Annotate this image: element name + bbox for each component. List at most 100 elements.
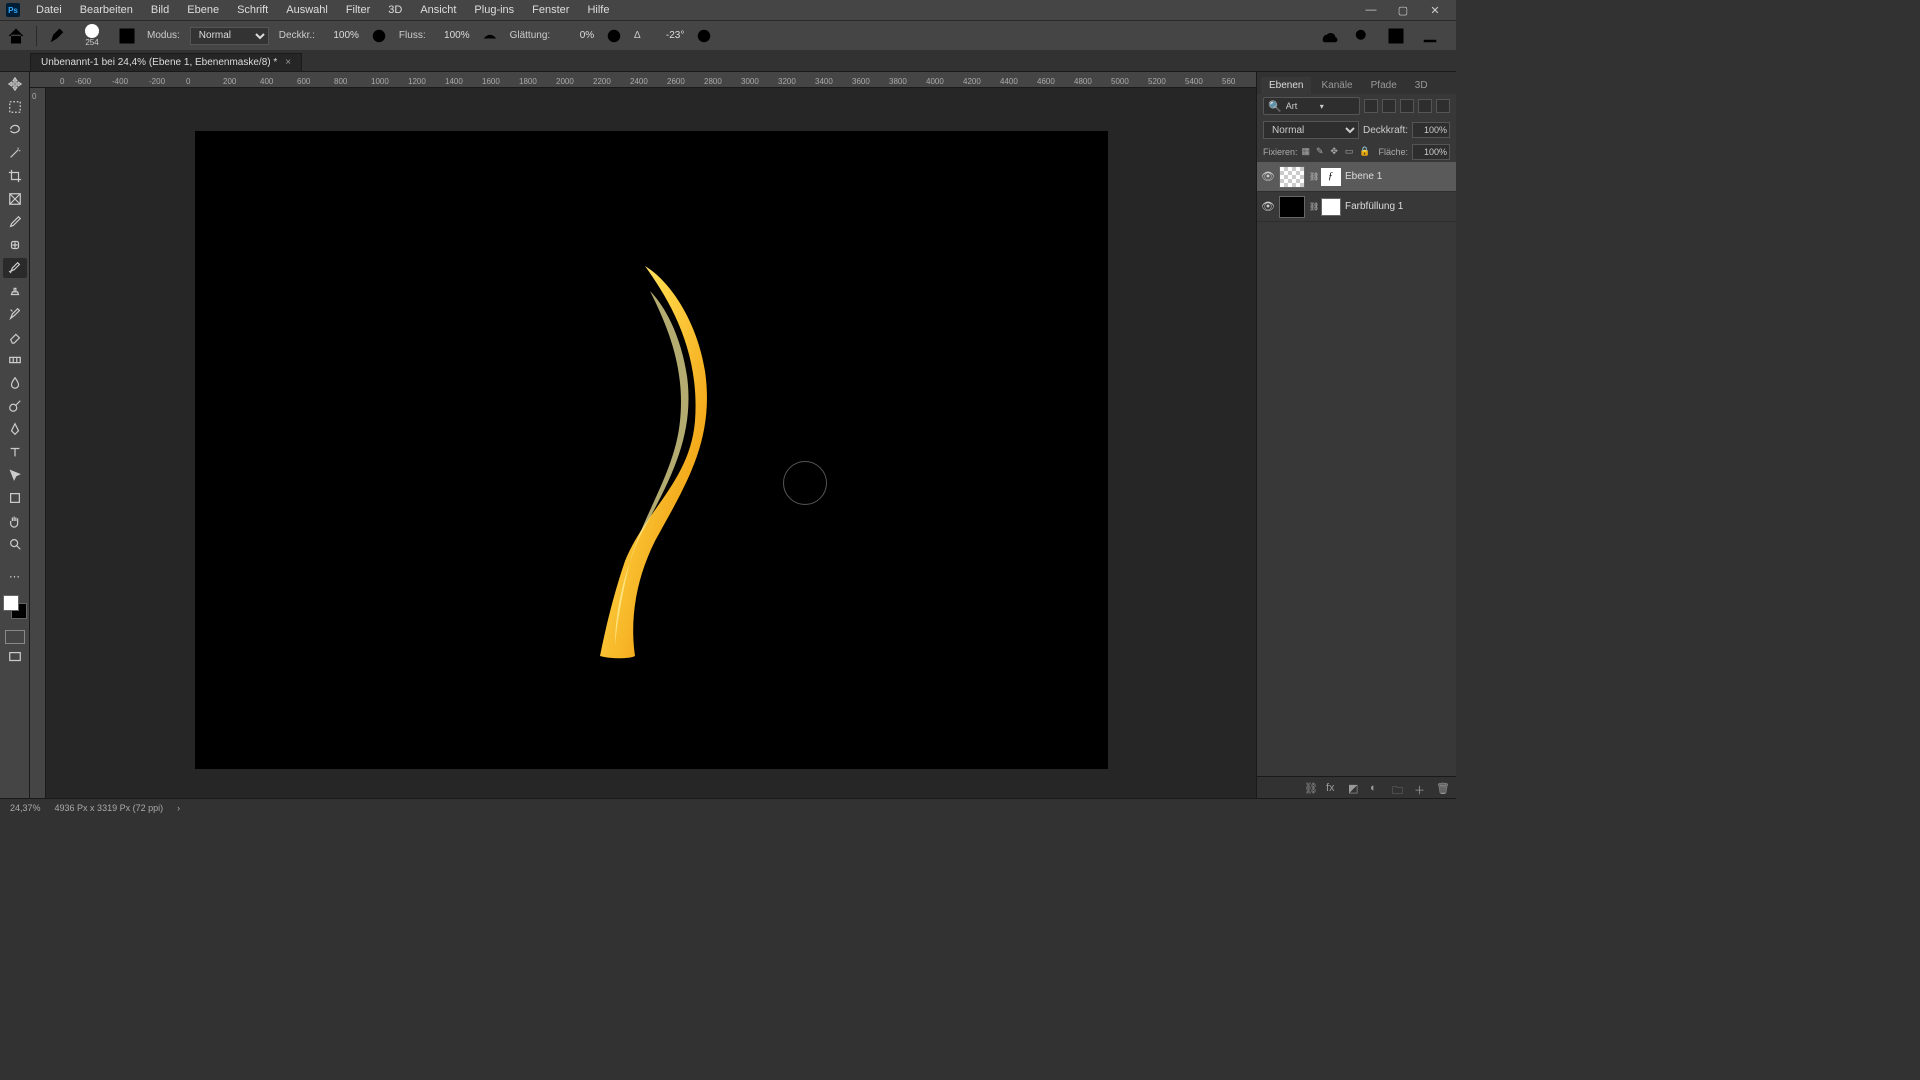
fill-input[interactable] xyxy=(1412,144,1450,160)
tab-layers[interactable]: Ebenen xyxy=(1261,77,1311,94)
gradient-tool[interactable] xyxy=(3,350,27,370)
window-maximize-button[interactable]: ▢ xyxy=(1388,4,1418,17)
blend-mode-select[interactable]: Normal xyxy=(190,27,269,45)
zoom-tool[interactable] xyxy=(3,534,27,554)
filter-pixel-icon[interactable] xyxy=(1364,99,1378,113)
layer-filter-input[interactable] xyxy=(1286,101,1316,111)
new-group-icon[interactable]: 🗀 xyxy=(1392,782,1404,794)
lock-all-icon[interactable]: 🔒 xyxy=(1359,146,1370,158)
layer-thumbnail[interactable] xyxy=(1279,166,1305,188)
hand-tool[interactable] xyxy=(3,511,27,531)
menu-layer[interactable]: Ebene xyxy=(179,2,227,18)
status-more-icon[interactable]: › xyxy=(177,803,180,813)
filter-adjust-icon[interactable] xyxy=(1382,99,1396,113)
tab-3d[interactable]: 3D xyxy=(1407,77,1436,94)
brush-panel-toggle-icon[interactable] xyxy=(117,26,137,46)
shape-tool[interactable] xyxy=(3,488,27,508)
filter-shape-icon[interactable] xyxy=(1418,99,1432,113)
color-swatches[interactable] xyxy=(3,595,27,619)
pressure-opacity-icon[interactable] xyxy=(369,26,389,46)
tab-paths[interactable]: Pfade xyxy=(1363,77,1405,94)
lock-position-icon[interactable]: ✥ xyxy=(1330,146,1340,158)
layer-blend-mode-select[interactable]: Normal xyxy=(1263,121,1359,139)
magic-wand-tool[interactable] xyxy=(3,143,27,163)
opacity-input[interactable] xyxy=(325,30,359,41)
workspace-icon[interactable] xyxy=(1386,26,1406,46)
layer-style-icon[interactable]: fx xyxy=(1326,782,1338,794)
smoothing-options-icon[interactable] xyxy=(604,26,624,46)
flow-input[interactable] xyxy=(436,30,470,41)
lock-pixels-icon[interactable]: ✎ xyxy=(1316,146,1326,158)
dodge-tool[interactable] xyxy=(3,396,27,416)
menu-type[interactable]: Schrift xyxy=(229,2,276,18)
symmetry-icon[interactable] xyxy=(724,26,744,46)
document-canvas[interactable] xyxy=(195,131,1108,769)
document-info[interactable]: 4936 Px x 3319 Px (72 ppi) xyxy=(55,803,164,813)
crop-tool[interactable] xyxy=(3,166,27,186)
mask-link-icon[interactable]: ⛓ xyxy=(1309,202,1317,211)
menu-image[interactable]: Bild xyxy=(143,2,177,18)
link-layers-icon[interactable]: ⛓ xyxy=(1304,782,1316,794)
lasso-tool[interactable] xyxy=(3,120,27,140)
menu-help[interactable]: Hilfe xyxy=(579,2,617,18)
history-brush-tool[interactable] xyxy=(3,304,27,324)
layer-row[interactable]: 👁 ⛓ ƒ Ebene 1 xyxy=(1257,162,1456,192)
type-tool[interactable] xyxy=(3,442,27,462)
horizontal-ruler[interactable]: 0 -600 -400 -200 0 200 400 600 800 1000 … xyxy=(30,72,1256,88)
move-tool[interactable] xyxy=(3,74,27,94)
tab-channels[interactable]: Kanäle xyxy=(1313,77,1360,94)
cloud-docs-icon[interactable] xyxy=(1318,26,1338,46)
menu-view[interactable]: Ansicht xyxy=(412,2,464,18)
angle-input[interactable] xyxy=(650,30,684,41)
menu-edit[interactable]: Bearbeiten xyxy=(72,2,141,18)
pressure-size-icon[interactable] xyxy=(694,26,714,46)
window-close-button[interactable]: ✕ xyxy=(1420,4,1450,17)
lock-transparency-icon[interactable]: ▦ xyxy=(1302,146,1312,158)
layer-filter-search[interactable]: 🔍 ▾ xyxy=(1263,97,1360,115)
layer-opacity-input[interactable] xyxy=(1412,122,1450,138)
menu-file[interactable]: Datei xyxy=(28,2,70,18)
eraser-tool[interactable] xyxy=(3,327,27,347)
visibility-toggle-icon[interactable]: 👁 xyxy=(1261,200,1275,214)
pen-tool[interactable] xyxy=(3,419,27,439)
close-tab-icon[interactable]: × xyxy=(285,57,291,68)
document-tab[interactable]: Unbenannt-1 bei 24,4% (Ebene 1, Ebenenma… xyxy=(30,53,302,71)
window-minimize-button[interactable]: — xyxy=(1356,4,1386,16)
layer-mask-thumbnail[interactable]: ƒ xyxy=(1321,168,1341,186)
menu-window[interactable]: Fenster xyxy=(524,2,577,18)
vertical-ruler[interactable]: 0 xyxy=(30,88,46,798)
airbrush-icon[interactable] xyxy=(480,26,500,46)
frame-tool[interactable] xyxy=(3,189,27,209)
layer-name[interactable]: Ebene 1 xyxy=(1345,171,1382,182)
menu-filter[interactable]: Filter xyxy=(338,2,378,18)
current-tool-icon[interactable] xyxy=(47,26,67,46)
new-layer-icon[interactable]: ＋ xyxy=(1414,782,1426,794)
share-icon[interactable] xyxy=(1420,26,1440,46)
brush-tool[interactable] xyxy=(3,258,27,278)
brush-preset-picker[interactable]: 254 xyxy=(77,23,107,49)
edit-toolbar-icon[interactable]: ⋯ xyxy=(3,566,27,586)
menu-select[interactable]: Auswahl xyxy=(278,2,336,18)
lock-artboard-icon[interactable]: ▭ xyxy=(1345,146,1355,158)
mask-link-icon[interactable]: ⛓ xyxy=(1309,172,1317,181)
search-icon[interactable] xyxy=(1352,26,1372,46)
visibility-toggle-icon[interactable]: 👁 xyxy=(1261,170,1275,184)
clone-stamp-tool[interactable] xyxy=(3,281,27,301)
healing-brush-tool[interactable] xyxy=(3,235,27,255)
home-icon[interactable] xyxy=(6,26,26,46)
new-adjustment-icon[interactable]: ◐ xyxy=(1370,782,1382,794)
smoothing-input[interactable] xyxy=(560,30,594,41)
add-mask-icon[interactable]: ◩ xyxy=(1348,782,1360,794)
layer-thumbnail[interactable] xyxy=(1279,196,1305,218)
eyedropper-tool[interactable] xyxy=(3,212,27,232)
layer-mask-thumbnail[interactable] xyxy=(1321,198,1341,216)
marquee-tool[interactable] xyxy=(3,97,27,117)
layer-name[interactable]: Farbfüllung 1 xyxy=(1345,201,1403,212)
zoom-level[interactable]: 24,37% xyxy=(10,803,41,813)
path-selection-tool[interactable] xyxy=(3,465,27,485)
layer-row[interactable]: 👁 ⛓ Farbfüllung 1 xyxy=(1257,192,1456,222)
blur-tool[interactable] xyxy=(3,373,27,393)
canvas-viewport[interactable] xyxy=(46,88,1256,798)
filter-smart-icon[interactable] xyxy=(1436,99,1450,113)
screen-mode-icon[interactable] xyxy=(3,647,27,667)
